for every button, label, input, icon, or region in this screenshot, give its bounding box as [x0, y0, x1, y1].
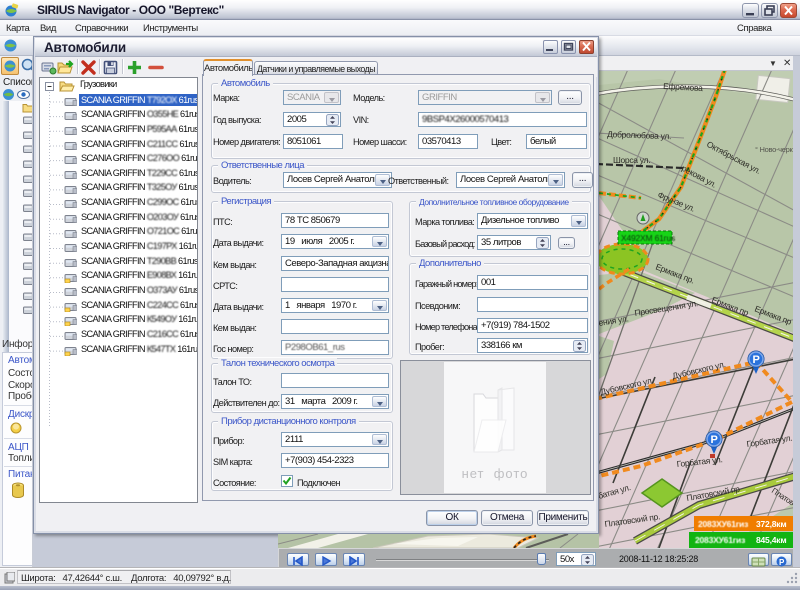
svg-text:845,4км: 845,4км [756, 535, 786, 545]
svg-text:Ефремова: Ефремова [663, 81, 703, 93]
svg-text:P: P [779, 558, 785, 567]
svg-text:372,8км: 372,8км [756, 519, 786, 529]
svg-text:Шорса ул.: Шорса ул. [613, 155, 650, 165]
svg-text:° Ново-черк: ° Ново-черк [755, 145, 793, 154]
svg-text:P: P [711, 434, 718, 446]
svg-text:P: P [753, 354, 760, 366]
svg-text:2083ХУ61гиз: 2083ХУ61гиз [695, 535, 745, 545]
svg-text:2083ХУ61гиз: 2083ХУ61гиз [698, 519, 748, 529]
svg-text:Х492ХМ 61гus: Х492ХМ 61гus [621, 233, 675, 243]
